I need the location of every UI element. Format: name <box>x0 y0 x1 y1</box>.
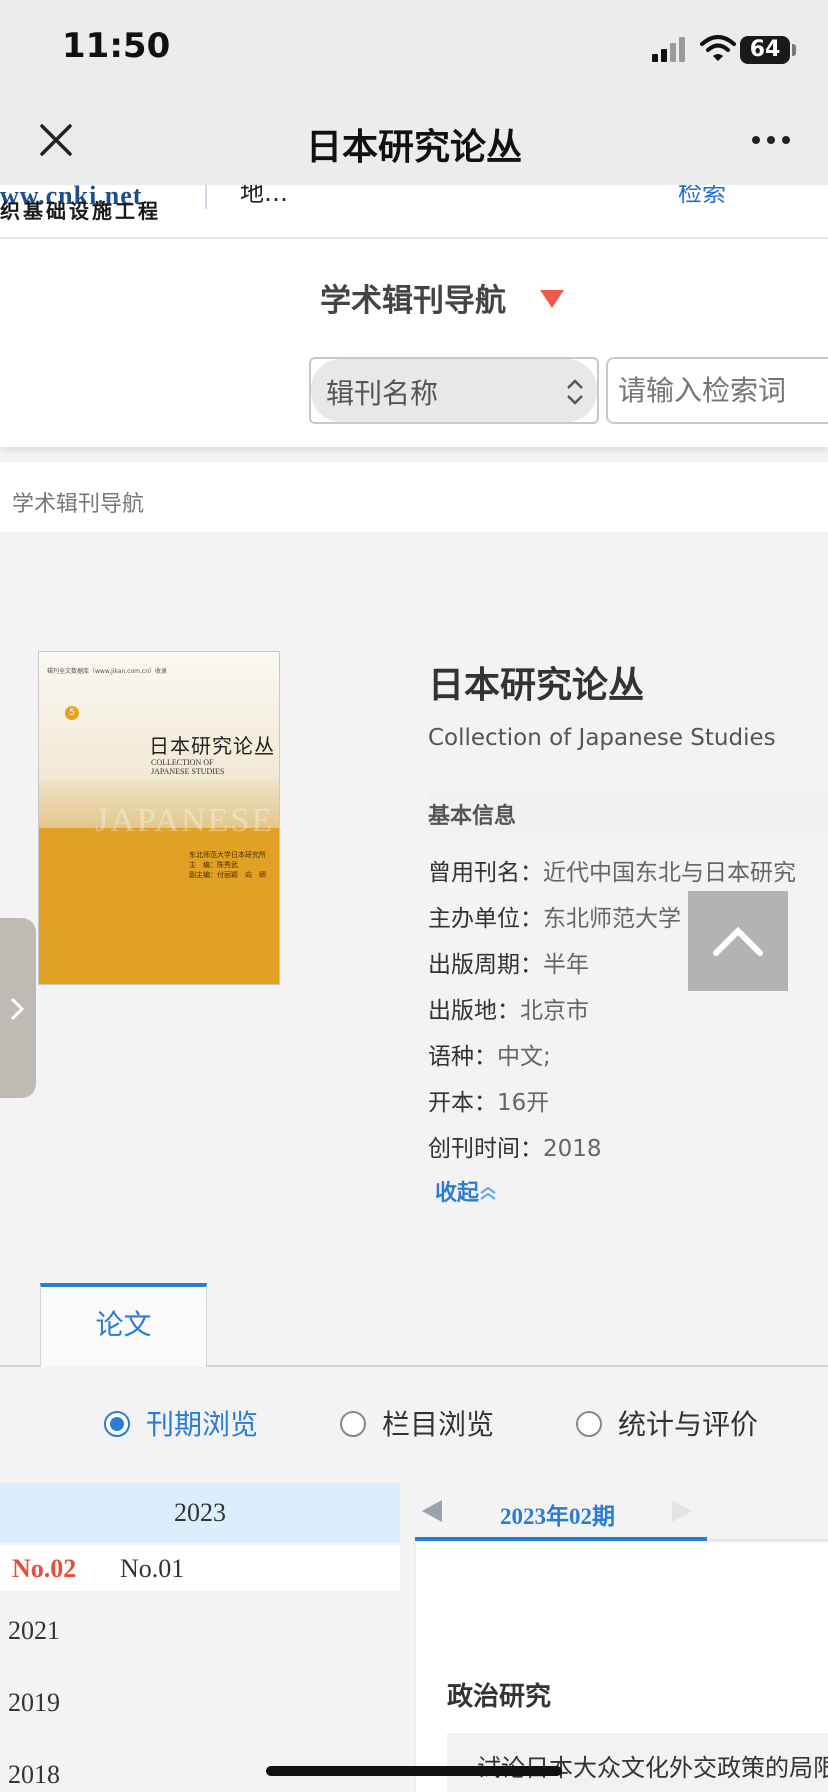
battery-tip <box>792 44 796 56</box>
year-item[interactable]: 2019 <box>8 1688 60 1718</box>
select-arrows-icon <box>567 379 583 405</box>
dropdown-caret-icon[interactable] <box>540 290 564 308</box>
info-heading: 基本信息 <box>428 804 517 829</box>
section-title: 政治研究 <box>447 1682 552 1712</box>
info-label: 出版周期： <box>428 952 543 978</box>
cover-title-en-line: COLLECTION OF <box>151 758 214 767</box>
info-row-former-name: 曾用刊名：近代中国东北与日本研究 <box>428 853 796 887</box>
home-indicator[interactable] <box>266 1766 562 1776</box>
site-logo-subtitle: 织基础设施工程 <box>0 201 161 223</box>
cover-watermark: JAPANESE <box>95 802 275 839</box>
journal-title: 日本研究论丛 <box>428 665 645 706</box>
info-row-language: 语种：中文; <box>428 1037 551 1071</box>
prev-issue-arrow-icon[interactable] <box>422 1500 442 1522</box>
info-value: 东北师范大学 <box>543 906 681 932</box>
info-label: 语种： <box>428 1044 497 1070</box>
site-header: ww.cnki.net 织基础设施工程 地… 检索 <box>0 185 828 239</box>
wifi-icon <box>700 35 736 61</box>
header-text-fragment: 地… <box>240 185 288 207</box>
issue-link[interactable]: No.01 <box>120 1554 184 1584</box>
info-value: 16开 <box>497 1090 550 1116</box>
cover-editors: 东北师范大学日本研究所 主 编：陈秀武 副主编：付丽颖 向 卿 <box>189 850 266 880</box>
journal-title-en: Collection of Japanese Studies <box>428 725 776 751</box>
current-issue-tab[interactable]: 2023年02期 <box>500 1497 615 1531</box>
chevron-right-icon <box>10 997 25 1021</box>
page-title: 日本研究论丛 <box>305 127 522 168</box>
status-time: 11:50 <box>62 26 171 66</box>
year-item[interactable]: 2018 <box>8 1760 60 1790</box>
cover-editor-line: 副主编：付丽颖 向 卿 <box>189 871 266 879</box>
side-drawer-handle[interactable] <box>0 918 36 1098</box>
year-item-expanded[interactable]: 2023 <box>0 1483 400 1543</box>
info-label: 出版地： <box>428 998 520 1024</box>
info-row-frequency: 出版周期：半年 <box>428 945 589 979</box>
radio-label: 统计与评价 <box>618 1408 759 1441</box>
header-divider <box>205 185 207 209</box>
radio-label: 栏目浏览 <box>382 1408 495 1441</box>
info-label: 创刊时间： <box>428 1136 543 1162</box>
issue-active-underline <box>415 1537 707 1541</box>
info-label: 主办单位： <box>428 906 543 932</box>
year-item[interactable]: 2021 <box>8 1616 60 1646</box>
info-value: 半年 <box>543 952 589 978</box>
cellular-signal-icon <box>652 37 685 62</box>
info-row-place: 出版地：北京市 <box>428 991 589 1025</box>
cover-editor-line: 主 编：陈秀武 <box>189 861 238 869</box>
journal-cover-image: 辑刊全文数据库（www.jikan.com.cn）收录 5 日本研究论丛 COL… <box>38 651 280 985</box>
cover-editor-line: 东北师范大学日本研究所 <box>189 851 266 859</box>
radio-checked-icon[interactable] <box>104 1411 130 1437</box>
cover-volume-badge: 5 <box>65 706 79 720</box>
search-input[interactable] <box>606 357 828 424</box>
info-row-format: 开本：16开 <box>428 1083 549 1117</box>
info-label: 曾用刊名： <box>428 860 543 886</box>
info-label: 开本： <box>428 1090 497 1116</box>
info-value: 近代中国东北与日本研究 <box>543 860 796 886</box>
info-value: 中文; <box>497 1044 551 1070</box>
more-icon[interactable] <box>750 126 792 154</box>
cover-title: 日本研究论丛 <box>149 736 275 758</box>
battery-icon: 64 <box>740 36 790 64</box>
collapse-link[interactable]: 收起 <box>435 1175 497 1207</box>
cover-publisher: 辑刊全文数据库（www.jikan.com.cn）收录 <box>47 668 167 675</box>
tab-papers[interactable]: 论文 <box>40 1283 207 1367</box>
radio-label: 刊期浏览 <box>146 1408 259 1441</box>
issue-link-active[interactable]: No.02 <box>12 1554 76 1584</box>
next-issue-arrow-icon[interactable] <box>672 1500 692 1522</box>
radio-unchecked-icon[interactable] <box>576 1411 602 1437</box>
collapse-label: 收起 <box>435 1181 480 1206</box>
radio-unchecked-icon[interactable] <box>340 1411 366 1437</box>
info-row-founded: 创刊时间：2018 <box>428 1129 602 1163</box>
cover-title-en: COLLECTION OF JAPANESE STUDIES <box>151 758 224 776</box>
breadcrumb[interactable]: 学术辑刊导航 <box>12 486 144 518</box>
search-field-select-value: 辑刊名称 <box>326 377 439 410</box>
chevron-up-icon <box>713 926 763 956</box>
info-value: 2018 <box>543 1136 602 1162</box>
info-row-sponsor: 主办单位：东北师范大学 <box>428 899 681 933</box>
back-to-top-button[interactable] <box>688 891 788 991</box>
cover-title-en-line: JAPANESE STUDIES <box>151 767 225 776</box>
nav-dropdown[interactable]: 学术辑刊导航 <box>320 275 506 320</box>
info-value: 北京市 <box>520 998 589 1024</box>
double-chevron-up-icon <box>480 1186 496 1200</box>
header-search-link[interactable]: 检索 <box>678 185 726 208</box>
